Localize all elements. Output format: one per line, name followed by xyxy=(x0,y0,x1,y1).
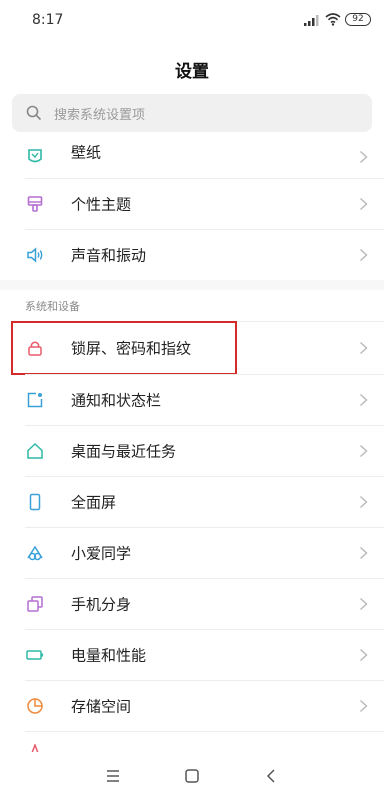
setting-label: 通知和状态栏 xyxy=(71,391,162,410)
setting-label: 个性主题 xyxy=(71,195,132,214)
wifi-icon xyxy=(325,13,341,26)
section-header: 系统和设备 xyxy=(25,300,80,313)
navigation-bar xyxy=(0,752,384,800)
setting-label: 声音和振动 xyxy=(71,246,147,265)
menu-icon[interactable] xyxy=(103,766,123,786)
chevron-right-icon xyxy=(359,248,368,262)
signal-icon xyxy=(304,15,319,26)
setting-row-dual-phone[interactable]: 手机分身 xyxy=(0,579,384,629)
home-square-icon[interactable] xyxy=(182,766,202,786)
battery-indicator: 92 xyxy=(345,13,371,26)
back-icon[interactable] xyxy=(262,766,282,786)
chevron-right-icon xyxy=(359,341,368,355)
setting-label: 电量和性能 xyxy=(71,646,147,665)
battery-icon xyxy=(26,650,43,660)
chevron-right-icon xyxy=(359,597,368,611)
chevron-right-icon xyxy=(359,393,368,407)
theme-icon xyxy=(27,196,43,212)
chevron-right-icon xyxy=(359,444,368,458)
notification-icon xyxy=(27,392,43,408)
highlight-box xyxy=(11,321,237,375)
setting-row-xiaoai[interactable]: 小爱同学 xyxy=(0,528,384,578)
home-icon xyxy=(27,442,43,459)
divider xyxy=(25,731,384,732)
setting-row-notifications[interactable]: 通知和状态栏 xyxy=(0,375,384,425)
search-input[interactable]: 搜索系统设置项 xyxy=(12,94,372,132)
chevron-right-icon xyxy=(359,150,368,164)
battery-level: 92 xyxy=(352,14,364,24)
setting-row-fullscreen[interactable]: 全面屏 xyxy=(0,477,384,527)
setting-label: 手机分身 xyxy=(71,595,132,614)
setting-label: 桌面与最近任务 xyxy=(71,442,177,461)
setting-label: 壁纸 xyxy=(71,143,102,162)
speaker-icon xyxy=(27,247,43,263)
search-placeholder: 搜索系统设置项 xyxy=(54,108,146,123)
setting-label: 全面屏 xyxy=(71,493,117,512)
setting-label: 存储空间 xyxy=(71,697,132,716)
wallpaper-icon xyxy=(28,149,42,163)
chevron-right-icon xyxy=(359,197,368,211)
setting-row-battery[interactable]: 电量和性能 xyxy=(0,630,384,680)
chevron-right-icon xyxy=(359,699,368,713)
dual-phone-icon xyxy=(27,596,43,612)
setting-row-desktop[interactable]: 桌面与最近任务 xyxy=(0,426,384,476)
storage-icon xyxy=(27,698,43,714)
setting-row-storage[interactable]: 存储空间 xyxy=(0,681,384,731)
page-title: 设置 xyxy=(175,62,209,82)
setting-row-sound[interactable]: 声音和振动 xyxy=(0,230,384,280)
status-bar: 8:17 92 xyxy=(0,0,384,40)
search-icon xyxy=(26,105,42,121)
chevron-right-icon xyxy=(359,648,368,662)
chevron-right-icon xyxy=(359,546,368,560)
setting-row-theme[interactable]: 个性主题 xyxy=(0,179,384,229)
setting-label: 小爱同学 xyxy=(71,544,132,563)
setting-row-wallpaper[interactable]: 壁纸 xyxy=(0,128,384,178)
fullscreen-icon xyxy=(29,493,41,511)
xiaoai-icon xyxy=(27,545,43,561)
section-separator xyxy=(0,280,384,290)
chevron-right-icon xyxy=(359,495,368,509)
status-time: 8:17 xyxy=(32,12,64,28)
